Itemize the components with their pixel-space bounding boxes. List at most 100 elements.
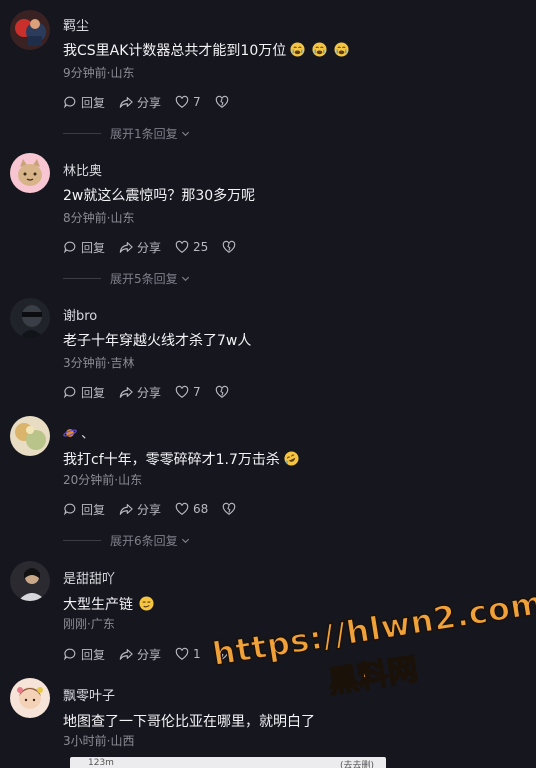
broken-heart-icon: [223, 240, 236, 253]
reply-button[interactable]: 回复: [63, 384, 105, 401]
reply-button[interactable]: 回复: [63, 94, 105, 111]
username[interactable]: 谢bro: [63, 305, 97, 324]
avatar[interactable]: [10, 153, 50, 193]
reply-icon: [63, 648, 76, 661]
heart-icon: [175, 647, 189, 660]
reply-button[interactable]: 回复: [63, 239, 105, 256]
dislike-button[interactable]: [215, 385, 233, 399]
username[interactable]: 林比奥: [63, 160, 102, 179]
dislike-button[interactable]: [222, 240, 240, 254]
username[interactable]: 羁尘: [63, 15, 89, 34]
comment-text-body: 大型生产链: [63, 597, 133, 613]
share-button[interactable]: 分享: [119, 239, 161, 256]
reply-icon: [63, 96, 76, 109]
share-button[interactable]: 分享: [119, 501, 161, 518]
crying-sweat-emoji: [290, 42, 305, 57]
expand-replies-button[interactable]: 展开5条回复: [63, 270, 191, 287]
comment-text: 大型生产链: [63, 594, 154, 614]
comment-meta: 20分钟前·山东: [63, 473, 143, 487]
bottom-bar-left-text: 123m: [88, 758, 114, 768]
like-button[interactable]: 7: [175, 385, 201, 399]
expand-replies-label: 展开6条回复: [110, 534, 178, 548]
comment-actions: 回复 分享 7: [63, 383, 247, 401]
like-count: 68: [193, 502, 209, 516]
watermark-name: 黑料网: [325, 651, 421, 701]
avatar[interactable]: [10, 10, 50, 50]
planet-icon: [63, 429, 77, 437]
share-button[interactable]: 分享: [119, 94, 161, 111]
comment-text-body: 我打cf十年，零零碎碎才1.7万击杀: [63, 452, 280, 468]
share-label: 分享: [137, 95, 162, 110]
comment-meta: 刚刚·广东: [63, 617, 115, 631]
like-button[interactable]: 1: [175, 647, 201, 661]
dislike-button[interactable]: [215, 95, 233, 109]
like-button[interactable]: 7: [175, 95, 201, 109]
divider-line: [63, 133, 101, 134]
broken-heart-icon: [215, 95, 228, 108]
rofl-emoji: [284, 451, 299, 466]
smirk-emoji: [139, 596, 154, 611]
like-button[interactable]: 68: [175, 502, 208, 516]
share-icon: [119, 242, 133, 253]
expand-replies-button[interactable]: 展开6条回复: [63, 532, 191, 549]
share-label: 分享: [137, 240, 162, 255]
reply-icon: [63, 503, 76, 516]
heart-icon: [175, 502, 189, 515]
dislike-button[interactable]: [222, 502, 240, 516]
username[interactable]: 飘零叶子: [63, 685, 115, 704]
comment-meta: 3小时前·山西: [63, 734, 135, 748]
bottom-bar-right-text: (去去删): [339, 761, 374, 768]
divider-line: [63, 278, 101, 279]
comment-actions: 回复 分享 1: [63, 645, 247, 663]
share-button[interactable]: 分享: [119, 646, 161, 663]
username-text: 、: [81, 427, 95, 442]
expand-replies-label: 展开1条回复: [110, 127, 178, 141]
like-count: 25: [193, 240, 209, 254]
comment-text: 2w就这么震惊吗？那30多万呢: [63, 188, 256, 204]
comment-meta: 3分钟前·吉林: [63, 356, 135, 370]
comment-text: 地图查了一下哥伦比亚在哪里，就明白了: [63, 714, 315, 730]
reply-label: 回复: [81, 95, 106, 110]
reply-label: 回复: [81, 502, 106, 517]
share-icon: [119, 387, 133, 398]
comment-text: 我CS里AK计数器总共才能到10万位: [63, 40, 349, 60]
comment-actions: 回复 分享 25: [63, 238, 254, 256]
share-label: 分享: [137, 502, 162, 517]
comment-text-body: 我CS里AK计数器总共才能到10万位: [63, 43, 287, 59]
heart-icon: [175, 240, 189, 253]
heart-icon: [175, 385, 189, 398]
crying-sweat-emoji: [334, 42, 349, 57]
share-icon: [119, 649, 133, 660]
avatar[interactable]: [10, 561, 50, 601]
broken-heart-icon: [215, 385, 228, 398]
avatar[interactable]: [10, 416, 50, 456]
reply-button[interactable]: 回复: [63, 646, 105, 663]
dislike-button[interactable]: [215, 647, 233, 661]
crying-sweat-emoji: [312, 42, 327, 57]
share-icon: [119, 504, 133, 515]
watermark: https://hlwn2.com 黑料网: [206, 562, 536, 711]
reply-label: 回复: [81, 240, 106, 255]
comment-actions: 回复 分享 7: [63, 93, 247, 111]
expand-replies-button[interactable]: 展开1条回复: [63, 125, 191, 142]
comment-list-page: 羁尘 我CS里AK计数器总共才能到10万位 9分钟前·山东 回复 分享 7 展开…: [0, 0, 536, 768]
expand-replies-label: 展开5条回复: [110, 272, 178, 286]
broken-heart-icon: [223, 502, 236, 515]
share-icon: [119, 97, 133, 108]
avatar[interactable]: [10, 678, 50, 718]
username[interactable]: 是甜甜吖: [63, 568, 115, 587]
reply-label: 回复: [81, 647, 106, 662]
reply-button[interactable]: 回复: [63, 501, 105, 518]
bottom-input-bar[interactable]: 123m (去去删): [70, 757, 386, 768]
share-label: 分享: [137, 385, 162, 400]
chevron-down-icon: [181, 538, 189, 544]
username[interactable]: 、: [63, 423, 94, 442]
share-label: 分享: [137, 647, 162, 662]
divider-line: [63, 540, 101, 541]
like-button[interactable]: 25: [175, 240, 208, 254]
like-count: 7: [193, 385, 201, 399]
chevron-down-icon: [181, 131, 189, 137]
avatar[interactable]: [10, 298, 50, 338]
share-button[interactable]: 分享: [119, 384, 161, 401]
comment-text: 老子十年穿越火线才杀了7w人: [63, 333, 252, 349]
